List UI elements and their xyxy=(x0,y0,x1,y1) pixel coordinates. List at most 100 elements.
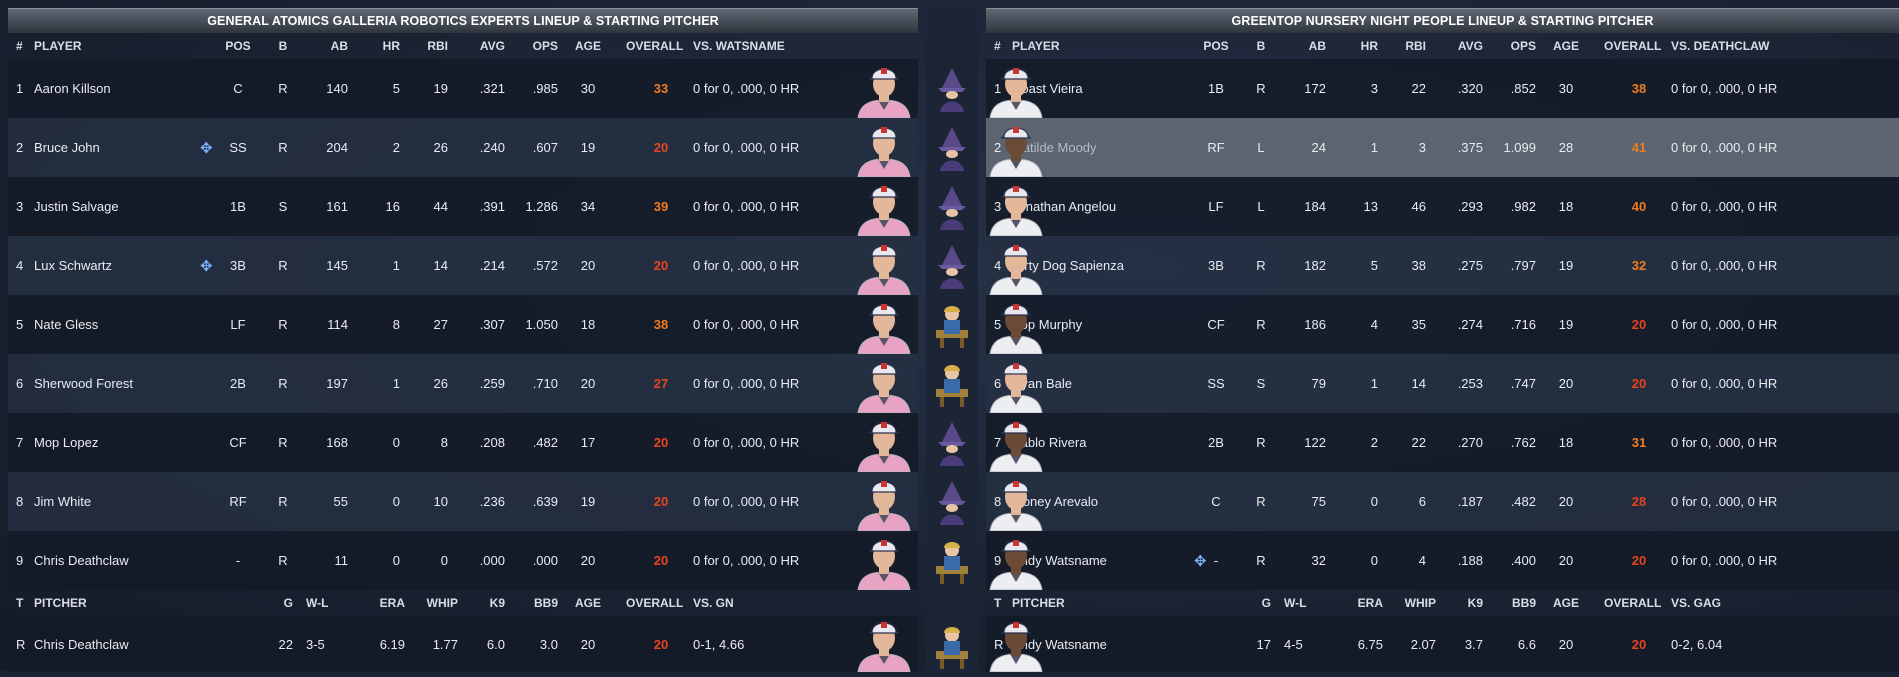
player-name[interactable]: Nate Gless xyxy=(34,295,194,354)
player-name[interactable]: Lux Schwartz xyxy=(34,236,194,295)
player-portrait[interactable] xyxy=(986,355,1046,414)
left-header-hr[interactable]: HR xyxy=(360,33,400,59)
left-lineup-row[interactable]: 1 Aaron Killson C R 140 5 19 .321 .985 30 33 0 for … xyxy=(8,59,918,119)
player-name[interactable]: Mop Lopez xyxy=(34,413,194,472)
player-portrait[interactable] xyxy=(854,60,914,119)
player-portrait[interactable] xyxy=(986,473,1046,532)
left-pitcher-row[interactable]: R Chris Deathclaw 22 3-5 6.19 1.77 6.0 3.0 20 20 0… xyxy=(8,614,918,673)
right-pitcher-header-era[interactable]: ERA xyxy=(1341,590,1383,616)
right-pitcher-header-name[interactable]: PITCHER xyxy=(1012,590,1172,616)
left-pitcher-header-age[interactable]: AGE xyxy=(573,590,603,616)
player-name[interactable]: Justin Salvage xyxy=(34,177,194,236)
right-lineup-row[interactable]: 4 Dirty Dog Sapienza 3B R 182 5 38.275.797 19 32… xyxy=(986,236,1899,296)
right-lineup-row[interactable]: 1 Coast Vieira 1B R 172 3 22.320.852 30 38 0 for … xyxy=(986,59,1899,119)
left-header-pos[interactable]: POS xyxy=(223,33,253,59)
left-pitcher-header-era[interactable]: ERA xyxy=(363,590,405,616)
right-header-overall[interactable]: OVERALL xyxy=(1604,33,1674,59)
right-header-ops[interactable]: OPS xyxy=(1491,33,1536,59)
player-name[interactable]: Sherwood Forest xyxy=(34,354,194,413)
right-lineup-row[interactable]: 5 Pop Murphy CF R 186 4 35.274.716 19 20 0 for 0,… xyxy=(986,295,1899,355)
left-header-rbi[interactable]: RBI xyxy=(408,33,448,59)
left-pitcher-header-wl[interactable]: W-L xyxy=(306,590,351,616)
left-lineup-row[interactable]: 6 Sherwood Forest 2B R 197 1 26 .259 .710 20 27 0 f… xyxy=(8,354,918,414)
right-header-ab[interactable]: AB xyxy=(1286,33,1326,59)
left-lineup-row[interactable]: 7 Mop Lopez CF R 168 0 8 .208 .482 17 20 0 for 0, .… xyxy=(8,413,918,473)
right-header-b[interactable]: B xyxy=(1251,33,1271,59)
player-portrait[interactable] xyxy=(986,296,1046,355)
right-header-rbi[interactable]: RBI xyxy=(1386,33,1426,59)
left-lineup-row[interactable]: 5 Nate Gless LF R 114 8 27 .307 1.050 18 38 0 for 0… xyxy=(8,295,918,355)
right-header-hr[interactable]: HR xyxy=(1338,33,1378,59)
player-portrait[interactable] xyxy=(986,414,1046,473)
player-hr: 8 xyxy=(392,317,400,332)
right-header-num[interactable]: # xyxy=(994,33,1014,59)
player-portrait[interactable] xyxy=(986,60,1046,119)
player-portrait[interactable] xyxy=(986,178,1046,237)
left-header-ab[interactable]: AB xyxy=(308,33,348,59)
left-pitcher-header-k9[interactable]: K9 xyxy=(470,590,505,616)
right-lineup-row[interactable]: 9 Andy Watsname - R 32 0 4.188.400 20 20 0 for 0,… xyxy=(986,531,1899,591)
right-pitcher-header-vs[interactable]: VS. GAG xyxy=(1671,590,1821,616)
left-header-avg[interactable]: AVG xyxy=(460,33,505,59)
pitcher-whip: 1.77 xyxy=(432,636,458,652)
right-pitcher-header-wl[interactable]: W-L xyxy=(1284,590,1329,616)
pitcher-portrait[interactable] xyxy=(986,614,1046,673)
right-pitcher-row[interactable]: R Andy Watsname 17 4-5 6.75 2.07 3.7 6.6 20 20 0-2… xyxy=(986,614,1899,673)
player-name[interactable]: Aaron Killson xyxy=(34,59,194,118)
right-pitcher-header-whip[interactable]: WHIP xyxy=(1391,590,1436,616)
right-header-age[interactable]: AGE xyxy=(1551,33,1581,59)
player-portrait[interactable] xyxy=(854,237,914,296)
player-pos: C xyxy=(1211,494,1221,509)
player-portrait[interactable] xyxy=(854,296,914,355)
player-portrait[interactable] xyxy=(986,119,1046,178)
left-pitcher-header-t[interactable]: T xyxy=(16,590,36,616)
player-portrait[interactable] xyxy=(986,532,1046,591)
left-pitcher-header-name[interactable]: PITCHER xyxy=(34,590,194,616)
left-pitcher-header-overall[interactable]: OVERALL xyxy=(626,590,696,616)
right-pitcher-header-age[interactable]: AGE xyxy=(1551,590,1581,616)
right-header-name[interactable]: PLAYER xyxy=(1012,33,1172,59)
left-pitcher-header-g[interactable]: G xyxy=(263,590,293,616)
player-name[interactable]: Jim White xyxy=(34,472,194,531)
left-header-age[interactable]: AGE xyxy=(573,33,603,59)
right-header-avg[interactable]: AVG xyxy=(1438,33,1483,59)
left-header-ops[interactable]: OPS xyxy=(513,33,558,59)
player-portrait[interactable] xyxy=(854,414,914,473)
player-name[interactable]: Bruce John xyxy=(34,118,194,177)
right-lineup-row[interactable]: 3 Jonathan Angelou LF L 184 13 46.293.982 18 40 0… xyxy=(986,177,1899,237)
player-portrait[interactable] xyxy=(854,532,914,591)
left-pitcher-header-bb9[interactable]: BB9 xyxy=(518,590,558,616)
left-lineup-row[interactable]: 9 Chris Deathclaw - R 11 0 0 .000 .000 20 20 0 for … xyxy=(8,531,918,591)
left-header-name[interactable]: PLAYER xyxy=(34,33,194,59)
right-pitcher-header-bb9[interactable]: BB9 xyxy=(1496,590,1536,616)
right-header-vs[interactable]: VS. DEATHCLAW xyxy=(1671,33,1821,59)
right-header-pos[interactable]: POS xyxy=(1201,33,1231,59)
player-portrait[interactable] xyxy=(986,237,1046,296)
right-lineup-row[interactable]: 8 Money Arevalo C R 75 0 6.187.482 20 28 0 for 0,… xyxy=(986,472,1899,532)
pitcher-name[interactable]: Chris Deathclaw xyxy=(34,616,194,672)
left-lineup-row[interactable]: 3 Justin Salvage 1B S 161 16 44 .391 1.286 34 39 0 … xyxy=(8,177,918,237)
right-lineup-row[interactable]: 7 Pablo Rivera 2B R 122 2 22.270.762 18 31 0 for … xyxy=(986,413,1899,473)
left-lineup-row[interactable]: 2 Bruce John SS R 204 2 26 .240 .607 19 20 0 for 0,… xyxy=(8,118,918,178)
player-portrait[interactable] xyxy=(854,119,914,178)
player-name[interactable]: Chris Deathclaw xyxy=(34,531,194,590)
left-header-b[interactable]: B xyxy=(273,33,293,59)
right-lineup-row[interactable]: 6 Ryan Bale SS S 79 1 14.253.747 20 20 0 for 0, .… xyxy=(986,354,1899,414)
left-pitcher-header-vs[interactable]: VS. GN xyxy=(693,590,843,616)
left-lineup-row[interactable]: 4 Lux Schwartz 3B R 145 1 14 .214 .572 20 20 0 for … xyxy=(8,236,918,296)
right-pitcher-header-overall[interactable]: OVERALL xyxy=(1604,590,1674,616)
player-portrait[interactable] xyxy=(854,355,914,414)
right-pitcher-header-k9[interactable]: K9 xyxy=(1448,590,1483,616)
player-portrait[interactable] xyxy=(854,178,914,237)
pitcher-portrait[interactable] xyxy=(854,614,914,673)
left-pitcher-header-whip[interactable]: WHIP xyxy=(413,590,458,616)
left-header-num[interactable]: # xyxy=(16,33,36,59)
left-lineup-row[interactable]: 8 Jim White RF R 55 0 10 .236 .639 19 20 0 for 0, .… xyxy=(8,472,918,532)
right-lineup-row[interactable]: 2 Matilde Moody RF L 24 1 3.375 1.099 28 41 0 for … xyxy=(986,118,1899,178)
player-hr: 2 xyxy=(1370,435,1378,450)
left-header-overall[interactable]: OVERALL xyxy=(626,33,696,59)
left-header-vs[interactable]: VS. WATSNAME xyxy=(693,33,843,59)
right-pitcher-header-g[interactable]: G xyxy=(1241,590,1271,616)
right-pitcher-header-t[interactable]: T xyxy=(994,590,1014,616)
player-portrait[interactable] xyxy=(854,473,914,532)
